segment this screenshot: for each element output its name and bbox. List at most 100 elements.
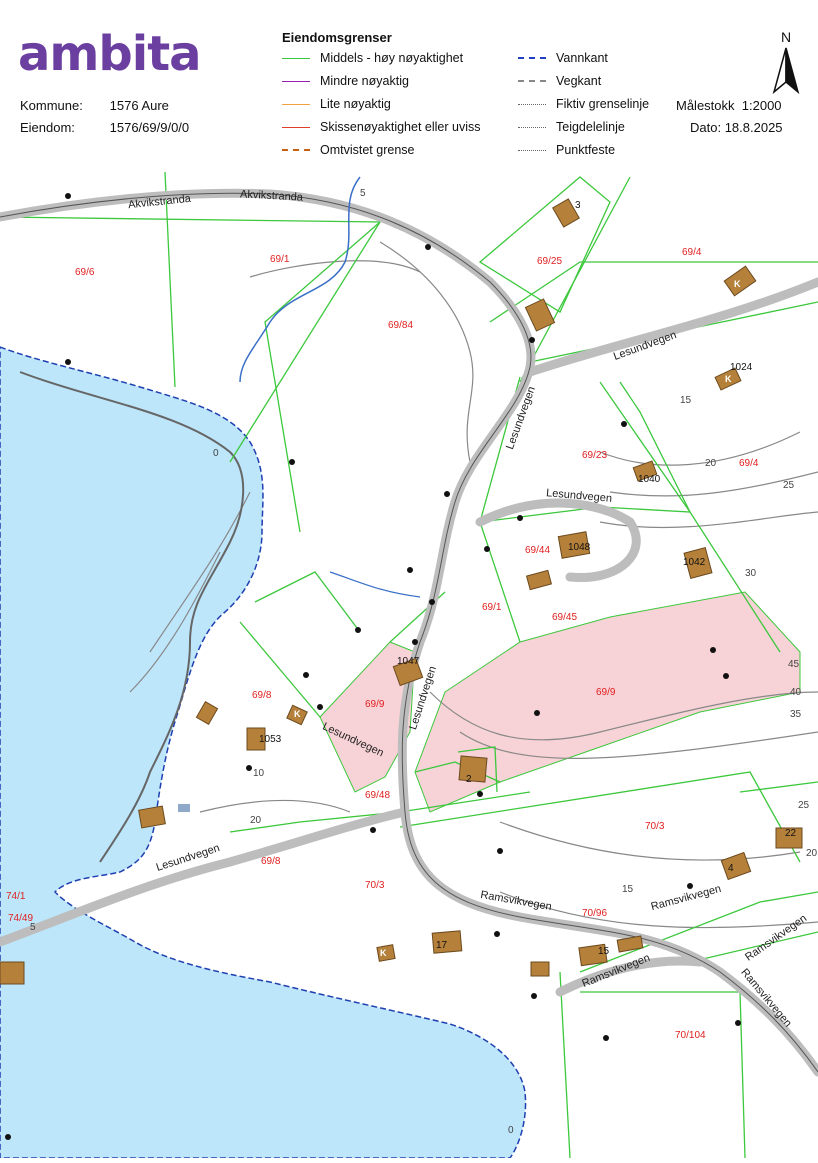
date-value: 18.8.2025: [724, 120, 783, 135]
kommune-row: Kommune: 1576 Aure: [20, 98, 169, 113]
road-label: Lesundvegen: [320, 720, 386, 760]
map-header: ambita Kommune: 1576 Aure Eiendom: 1576/…: [0, 0, 818, 172]
parcel-label: 69/9: [365, 699, 385, 710]
legend-line-icon: [518, 57, 546, 59]
parcel-label: 69/44: [525, 545, 551, 556]
legend-label: Teigdelelinje: [556, 120, 625, 134]
building-mark: K: [380, 948, 387, 958]
building-mark: K: [734, 279, 741, 289]
legend-item: Vegkant: [518, 74, 601, 88]
contour-label: 25: [798, 800, 810, 811]
parcel-label: 70/96: [582, 908, 608, 919]
legend-label: Mindre nøyaktig: [320, 74, 409, 88]
parcel-label: 69/9: [596, 687, 616, 698]
legend-line-icon: [518, 103, 546, 105]
house-number: 2: [466, 774, 472, 785]
parcel-label: 69/25: [537, 256, 563, 267]
eiendom-value: 1576/69/9/0/0: [109, 120, 190, 135]
contour-label: 45: [788, 659, 800, 670]
house-number: 1053: [259, 734, 282, 745]
house-number: 17: [436, 940, 448, 951]
parcel-label: 70/104: [675, 1030, 706, 1041]
date-label: Dato:: [690, 120, 722, 135]
contour-label: 5: [30, 922, 36, 933]
map-labels: 69/6 69/1 69/84 69/25 69/4 69/23 69/4 69…: [0, 172, 818, 1158]
contour-label: 0: [508, 1125, 514, 1136]
legend-item: Vannkant: [518, 51, 608, 65]
house-number: 1040: [638, 474, 661, 485]
north-arrow-icon: N: [768, 28, 804, 98]
legend-label: Skissenøyaktighet eller uviss: [320, 120, 481, 134]
house-number: 4: [728, 863, 734, 874]
parcel-label: 70/3: [365, 880, 385, 891]
legend-item: Fiktiv grenselinje: [518, 97, 649, 111]
road-label: Lesundvegen: [545, 487, 613, 505]
legend-label: Omtvistet grense: [320, 143, 415, 157]
ambita-logo: ambita: [18, 26, 202, 82]
road-label: Lesundvegen: [407, 664, 439, 732]
road-label: Akvikstranda: [127, 192, 192, 212]
road-label: Ramsvikvegen: [580, 951, 652, 991]
contour-label: 20: [705, 458, 717, 469]
legend-label: Middels - høy nøyaktighet: [320, 51, 464, 65]
house-number: 1024: [730, 362, 753, 373]
kommune-label: Kommune:: [20, 98, 83, 113]
contour-label: 10: [253, 768, 265, 779]
contour-label: 25: [783, 480, 795, 491]
parcel-label: 69/23: [582, 450, 608, 461]
legend-item: Lite nøyaktig: [282, 97, 391, 111]
legend-item: Teigdelelinje: [518, 120, 625, 134]
scale-label: Målestokk: [676, 98, 735, 113]
parcel-label: 70/3: [645, 821, 665, 832]
parcel-label: 69/8: [261, 856, 281, 867]
contour-label: 5: [360, 188, 366, 199]
legend-label: Vegkant: [556, 74, 602, 88]
house-number: 1047: [397, 656, 420, 667]
road-label: Lesundvegen: [154, 842, 222, 874]
parcel-label: 69/8: [252, 690, 272, 701]
contour-label: 30: [745, 568, 757, 579]
legend-line-icon: [282, 103, 310, 105]
parcel-label: 69/84: [388, 320, 414, 331]
north-label: N: [781, 29, 791, 45]
road-label: Lesundvegen: [611, 329, 679, 363]
contour-label: 20: [250, 815, 262, 826]
kommune-value: 1576 Aure: [109, 98, 169, 113]
parcel-label: 69/4: [682, 247, 702, 258]
contour-label: 0: [213, 448, 219, 459]
legend-line-icon: [518, 149, 546, 151]
contour-label: 15: [680, 395, 692, 406]
date-row: Dato: 18.8.2025: [690, 120, 783, 135]
legend-line-icon: [518, 80, 546, 82]
legend-label: Punktfeste: [556, 143, 616, 157]
house-number: 22: [785, 828, 797, 839]
eiendom-label: Eiendom:: [20, 120, 75, 135]
house-number: 1042: [683, 557, 706, 568]
scale-row: Målestokk 1:2000: [676, 98, 782, 113]
parcel-label: 74/1: [6, 891, 26, 902]
road-label: Lesundvegen: [504, 384, 538, 452]
contour-label: 40: [790, 687, 802, 698]
house-number: 15: [598, 946, 610, 957]
parcel-label: 69/1: [482, 602, 502, 613]
legend-label: Fiktiv grenselinje: [556, 97, 650, 111]
road-label: Ramsvikvegen: [479, 888, 553, 914]
legend-label: Lite nøyaktig: [320, 97, 391, 111]
eiendom-row: Eiendom: 1576/69/9/0/0: [20, 120, 189, 135]
scale-value: 1:2000: [741, 98, 782, 113]
house-number: 1048: [568, 542, 591, 553]
legend-item: Skissenøyaktighet eller uviss: [282, 120, 480, 134]
parcel-label: 69/6: [75, 267, 95, 278]
legend-line-icon: [282, 57, 310, 59]
cadastral-map[interactable]: 69/6 69/1 69/84 69/25 69/4 69/23 69/4 69…: [0, 171, 818, 1159]
legend-line-icon: [282, 126, 310, 128]
legend-item: Mindre nøyaktig: [282, 74, 409, 88]
parcel-label: 69/1: [270, 254, 290, 265]
legend-line-icon: [282, 149, 310, 151]
building-mark: K: [294, 709, 301, 719]
contour-label: 20: [806, 848, 818, 859]
legend-item: Middels - høy nøyaktighet: [282, 51, 463, 65]
house-number: 3: [575, 200, 581, 211]
road-label: Ramsvikvegen: [738, 966, 794, 1030]
road-label: Ramsvikvegen: [649, 882, 723, 914]
